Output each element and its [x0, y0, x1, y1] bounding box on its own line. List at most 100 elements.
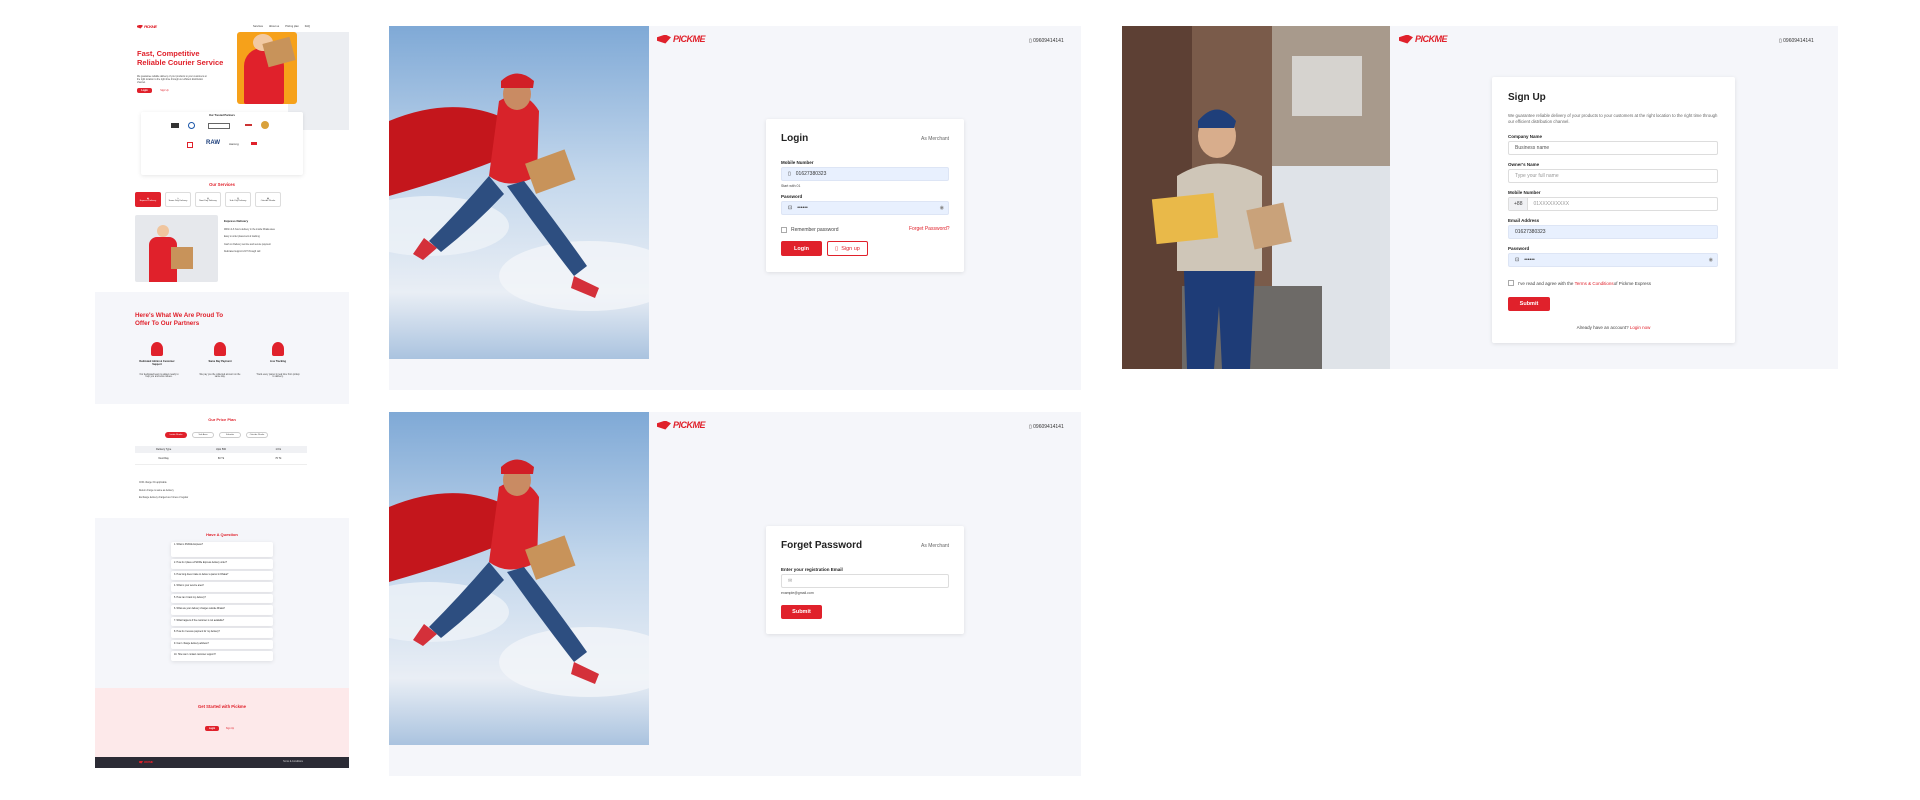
remember-checkbox[interactable]: Remember password [781, 227, 839, 233]
lock-icon: ⊡ [1515, 257, 1520, 263]
service-tab-sameday[interactable]: ◷ Same Day Delivery [165, 192, 191, 207]
faq-title: Have A Question [206, 532, 238, 537]
service-image [135, 215, 218, 282]
service-tab-subcity[interactable]: ▥ Sub City Delivery [225, 192, 251, 207]
forgot-card: Forget Password As Merchant Enter your r… [766, 526, 964, 634]
terms-link[interactable]: Terms & Conditions [1575, 281, 1614, 286]
payment-icon [214, 342, 226, 356]
partner-logo [188, 122, 195, 129]
service-tab-nextday[interactable]: ▤ Next Day Delivery [195, 192, 221, 207]
jumping-courier-illustration [389, 26, 649, 359]
price-table-header: Delivery Type Upto 500 1 KG [135, 446, 307, 453]
checkbox-box[interactable] [1508, 280, 1514, 286]
price-tab-inside[interactable]: Inside Dhaka [165, 432, 187, 438]
hero-login-button[interactable]: Login [137, 88, 152, 93]
faq-item[interactable]: 5. How can I track my delivery? [171, 593, 273, 603]
signup-password-input[interactable]: ⊡ •••••• ◉ [1508, 253, 1718, 267]
faq-item[interactable]: 1. What is PicKMe Express? [171, 542, 273, 557]
login-title: Login [781, 133, 809, 144]
nav-services[interactable]: Services [253, 25, 263, 28]
signup-submit-button[interactable]: Submit [1508, 297, 1550, 311]
owner-input[interactable]: Type your full name [1508, 169, 1718, 183]
signup-card: Sign Up We guarantee reliable delivery o… [1492, 77, 1735, 343]
login-now-link[interactable]: Login now [1630, 325, 1651, 330]
faq-item[interactable]: 8. How do I receive payment for my deliv… [171, 628, 273, 638]
mobile-input[interactable]: ▯ 01627380323 [781, 167, 949, 181]
service-point: Cash on Delivery service and secure paym… [224, 243, 271, 246]
faq-item[interactable]: 10. How can I contact customer support? [171, 651, 273, 661]
faq-section: Have A Question 1. What is PicKMe Expres… [95, 518, 349, 688]
email-hint: example@gmail.com [781, 591, 814, 595]
service-point: Easy to order placement & tracking [224, 236, 260, 239]
proud-title: Here's What We Are Proud To Offer To Our … [135, 312, 224, 327]
faq-item[interactable]: 2. How do I place a PicKMe Express deliv… [171, 559, 273, 569]
email-input[interactable]: ✉ [781, 574, 949, 588]
country-code[interactable]: +88 [1509, 198, 1529, 210]
service-tab-express[interactable]: ▣ Express Delivery [135, 192, 161, 207]
service-tab-outside[interactable]: ▦ Outside Dhaka [255, 192, 281, 207]
faq-item[interactable]: 6. What are your delivery charges outsid… [171, 605, 273, 615]
signup-phone[interactable]: ▯ 09609414141 [1779, 38, 1814, 44]
forgot-submit-button[interactable]: Submit [781, 605, 822, 619]
login-role: As Merchant [921, 136, 950, 142]
price-tab-suburbs[interactable]: Suburbs [219, 432, 241, 438]
service-detail-points: Within 4-6 hours delivery in the inside … [224, 227, 275, 256]
signup-button[interactable]: ▯ Sign up [827, 241, 868, 256]
price-tab-outside[interactable]: Outside Dhaka [246, 432, 268, 438]
tracking-icon [272, 342, 284, 356]
hero-signup-button[interactable]: Sign Up [157, 88, 172, 93]
landing-logo[interactable]: PICKME [137, 24, 157, 29]
faq-item[interactable]: 9. Can I change delivery address? [171, 639, 273, 649]
footer-terms-link[interactable]: Terms & Conditions [283, 761, 303, 763]
signup-mobile-input[interactable]: +88 01XXXXXXXXX [1508, 197, 1718, 211]
user-icon: ▯ [835, 245, 839, 252]
footer: PICKME Terms & Conditions [95, 757, 349, 768]
forgot-phone[interactable]: ▯ 09609414141 [1029, 424, 1064, 430]
signup-password-label: Password [1508, 246, 1530, 251]
hero-subtitle: We guarantee reliable delivery of your p… [137, 76, 207, 85]
signup-logo[interactable]: PICKME [1399, 34, 1448, 44]
faq-item[interactable]: 3. How long does it take to deliver a pa… [171, 570, 273, 580]
landing-nav: Services About us Pricing plan FAQ [253, 25, 310, 28]
nav-faq[interactable]: FAQ [305, 25, 310, 28]
partner-logo-aarong: Aarong [229, 142, 239, 146]
faq-item[interactable]: 4. What is your service area? [171, 582, 273, 592]
forgot-logo[interactable]: PICKME [657, 420, 706, 430]
login-button[interactable]: Login [781, 241, 822, 256]
login-logo[interactable]: PICKME [657, 34, 706, 44]
eye-icon[interactable]: ◉ [1709, 257, 1713, 263]
cta-title: Get Started with Pickme [198, 704, 246, 709]
service-tabs: ▣ Express Delivery ◷ Same Day Delivery ▤ Ne… [135, 192, 281, 207]
forgot-password-link[interactable]: Forget Password? [909, 226, 950, 232]
signup-hero-image [1122, 26, 1390, 369]
signup-mobile-label: Mobile Number [1508, 190, 1541, 195]
mobile-label: Mobile Number [781, 160, 814, 165]
checkbox-box[interactable] [781, 227, 787, 233]
faq-list: 1. What is PicKMe Express? 2. How do I p… [171, 542, 273, 661]
password-input[interactable]: ⊡ •••••• ◉ [781, 201, 949, 215]
company-input[interactable]: Business name [1508, 141, 1718, 155]
signup-screen: PICKME ▯ 09609414141 Sign Up We guarante… [1122, 26, 1838, 369]
forgot-title: Forget Password [781, 540, 863, 551]
login-phone[interactable]: ▯ 09609414141 [1029, 38, 1064, 44]
password-label: Password [781, 194, 803, 199]
email-label: Enter your registration Email [781, 567, 843, 572]
landing-page-preview: PICKME Services About us Pricing plan FA… [95, 20, 349, 768]
signup-email-label: Email Address [1508, 218, 1540, 223]
price-tabs: Inside Dhaka Sub Area Suburbs Outside Dh… [165, 432, 268, 438]
partner-logo-raw: RAW [206, 140, 220, 146]
signup-email-input[interactable]: 01627380323 [1508, 225, 1718, 239]
nav-about[interactable]: About us [269, 25, 279, 28]
cta-signup-button[interactable]: Sign Up [223, 726, 237, 731]
faq-item[interactable]: 7. What happens if the customer is not a… [171, 616, 273, 626]
price-tab-subarea[interactable]: Sub Area [192, 432, 214, 438]
partners-card: Our Trusted Partners RAW Aarong [141, 112, 303, 175]
eye-icon[interactable]: ◉ [940, 205, 944, 211]
signup-desc: We guarantee reliable delivery of your p… [1508, 113, 1718, 124]
mail-icon: ✉ [788, 578, 793, 584]
nav-pricing[interactable]: Pricing plan [285, 25, 299, 28]
forgot-role: As Merchant [921, 543, 950, 549]
terms-checkbox[interactable]: I've read and agree with the Terms & Con… [1508, 280, 1651, 286]
cta-login-button[interactable]: Login [205, 726, 219, 731]
lock-icon: ⊡ [788, 205, 793, 211]
